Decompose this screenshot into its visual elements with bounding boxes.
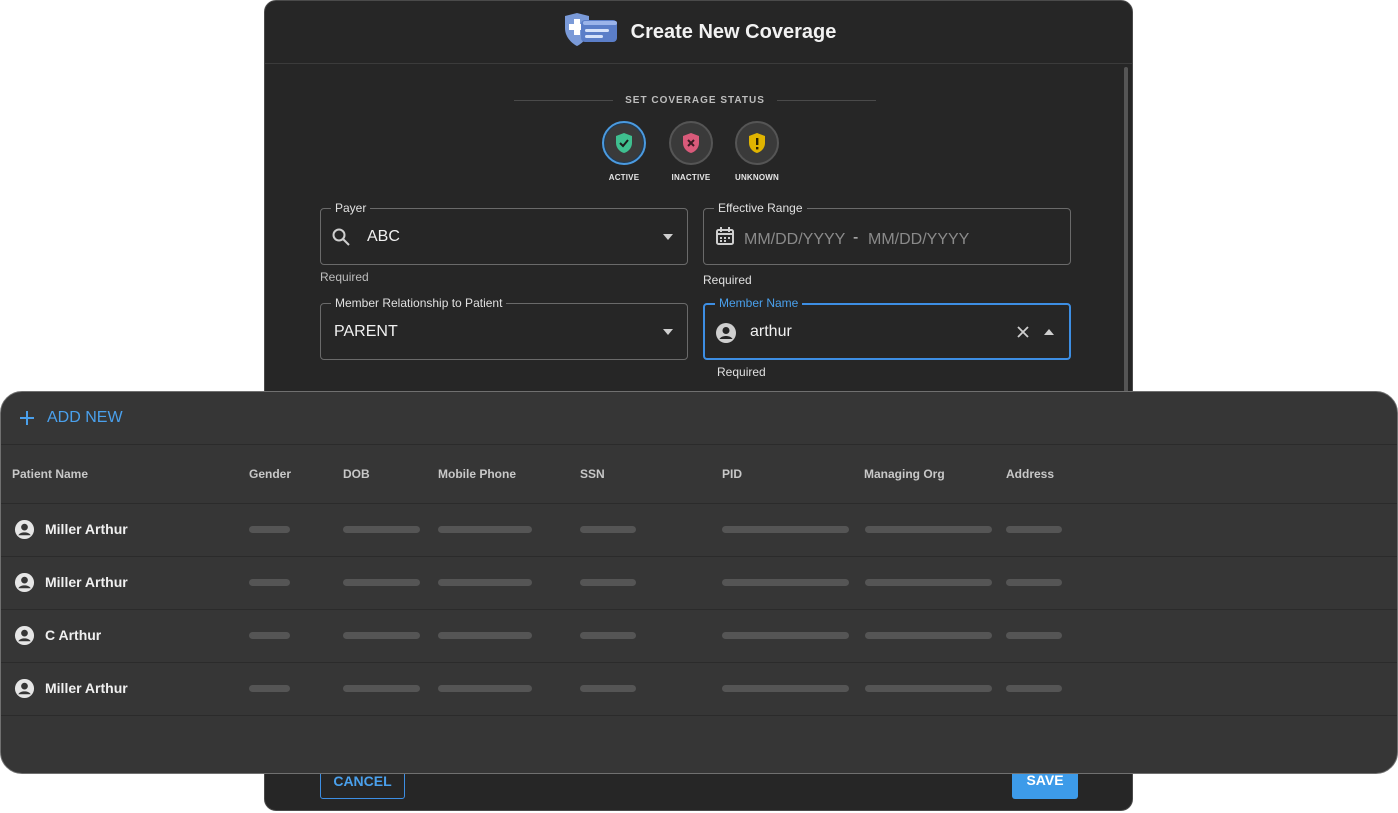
address-placeholder — [1006, 526, 1062, 533]
chevron-down-icon[interactable] — [663, 329, 673, 335]
person-icon — [14, 572, 35, 593]
patient-name: Miller Arthur — [45, 574, 128, 590]
person-icon — [14, 678, 35, 699]
table-row[interactable]: Miller Arthur — [1, 504, 1397, 557]
mobile-phone-placeholder — [438, 685, 532, 692]
shield-x-icon — [683, 133, 699, 153]
managing-org-placeholder — [865, 579, 992, 586]
gender-placeholder — [249, 526, 290, 533]
add-new-button[interactable]: ADD NEW — [1, 392, 1397, 445]
relationship-value: PARENT — [334, 323, 398, 340]
payer-helper: Required — [320, 270, 369, 284]
payer-value: ABC — [367, 228, 400, 245]
column-header: Mobile Phone — [438, 467, 516, 481]
shield-check-icon — [616, 133, 632, 153]
mobile-phone-placeholder — [438, 632, 532, 639]
dialog-scrollbar[interactable] — [1124, 67, 1128, 397]
status-inactive-label: INACTIVE — [671, 173, 711, 182]
divider — [514, 100, 614, 101]
column-header: Address — [1006, 467, 1055, 481]
status-unknown-button[interactable] — [735, 121, 779, 165]
ssn-placeholder — [580, 579, 636, 586]
calendar-icon[interactable] — [715, 226, 735, 246]
effective-range-field[interactable]: Effective Range MM/DD/YYYY - MM/DD/YYYY — [703, 201, 1071, 265]
effective-range-label: Effective Range — [714, 201, 807, 215]
dob-placeholder — [343, 526, 420, 533]
status-unknown-label: UNKNOWN — [734, 173, 780, 182]
status-inactive-button[interactable] — [669, 121, 713, 165]
managing-org-placeholder — [865, 526, 992, 533]
chevron-down-icon[interactable] — [663, 234, 673, 240]
clear-icon[interactable] — [1017, 326, 1029, 338]
ssn-placeholder — [580, 526, 636, 533]
column-header: DOB — [343, 467, 370, 481]
plus-icon — [20, 411, 34, 425]
column-header: Managing Org — [864, 467, 945, 481]
date-separator: - — [853, 229, 859, 246]
status-heading-label: SET COVERAGE STATUS — [625, 95, 765, 106]
dob-placeholder — [343, 579, 420, 586]
mobile-phone-placeholder — [438, 526, 532, 533]
column-header: SSN — [580, 467, 605, 481]
address-placeholder — [1006, 579, 1062, 586]
pid-placeholder — [722, 632, 849, 639]
member-name-input[interactable]: arthur — [750, 323, 792, 341]
pid-placeholder — [722, 579, 849, 586]
status-active-label: ACTIVE — [608, 173, 640, 182]
payer-field[interactable]: Payer ABC — [320, 201, 688, 265]
payer-label: Payer — [331, 201, 371, 215]
dialog-title: Create New Coverage — [630, 20, 837, 43]
search-icon — [332, 228, 350, 246]
member-search-dropdown: ADD NEW Patient Name Gender DOB Mobile P… — [0, 391, 1398, 774]
address-placeholder — [1006, 632, 1062, 639]
divider — [776, 100, 877, 101]
add-new-label: ADD NEW — [47, 409, 123, 426]
member-name-label: Member Name — [715, 296, 803, 310]
shield-alert-icon — [749, 133, 765, 153]
table-row[interactable]: Miller Arthur — [1, 663, 1397, 716]
column-header: Patient Name — [12, 467, 89, 481]
managing-org-placeholder — [865, 685, 992, 692]
pid-placeholder — [722, 526, 849, 533]
effective-range-helper: Required — [703, 273, 752, 287]
dob-placeholder — [343, 685, 420, 692]
coverage-icon — [561, 12, 619, 53]
address-placeholder — [1006, 685, 1062, 692]
table-row[interactable]: Miller Arthur — [1, 557, 1397, 610]
status-active-button[interactable] — [602, 121, 646, 165]
managing-org-placeholder — [865, 632, 992, 639]
start-date-placeholder[interactable]: MM/DD/YYYY — [744, 231, 845, 249]
chevron-up-icon[interactable] — [1044, 329, 1054, 335]
patient-name: C Arthur — [45, 627, 102, 643]
member-name-helper: Required — [717, 365, 766, 379]
status-inactive-option[interactable]: INACTIVE — [661, 121, 721, 182]
person-icon — [14, 519, 35, 540]
relationship-field[interactable]: Member Relationship to Patient PARENT — [320, 296, 688, 360]
pid-placeholder — [722, 685, 849, 692]
status-heading: SET COVERAGE STATUS — [514, 95, 877, 106]
end-date-placeholder[interactable]: MM/DD/YYYY — [868, 231, 969, 249]
patient-name: Miller Arthur — [45, 680, 128, 696]
person-icon — [14, 625, 35, 646]
status-active-option[interactable]: ACTIVE — [594, 121, 654, 182]
gender-placeholder — [249, 685, 290, 692]
table-header: Patient Name Gender DOB Mobile Phone SSN… — [1, 445, 1397, 504]
ssn-placeholder — [580, 685, 636, 692]
gender-placeholder — [249, 579, 290, 586]
status-unknown-option[interactable]: UNKNOWN — [727, 121, 787, 182]
mobile-phone-placeholder — [438, 579, 532, 586]
table-row[interactable]: C Arthur — [1, 610, 1397, 663]
dob-placeholder — [343, 632, 420, 639]
patient-name: Miller Arthur — [45, 521, 128, 537]
dialog-header: Create New Coverage — [265, 1, 1132, 64]
relationship-label: Member Relationship to Patient — [331, 296, 507, 310]
member-name-field[interactable]: Member Name arthur — [703, 296, 1071, 360]
person-icon — [716, 323, 736, 343]
gender-placeholder — [249, 632, 290, 639]
ssn-placeholder — [580, 632, 636, 639]
column-header: PID — [722, 467, 743, 481]
column-header: Gender — [249, 467, 292, 481]
